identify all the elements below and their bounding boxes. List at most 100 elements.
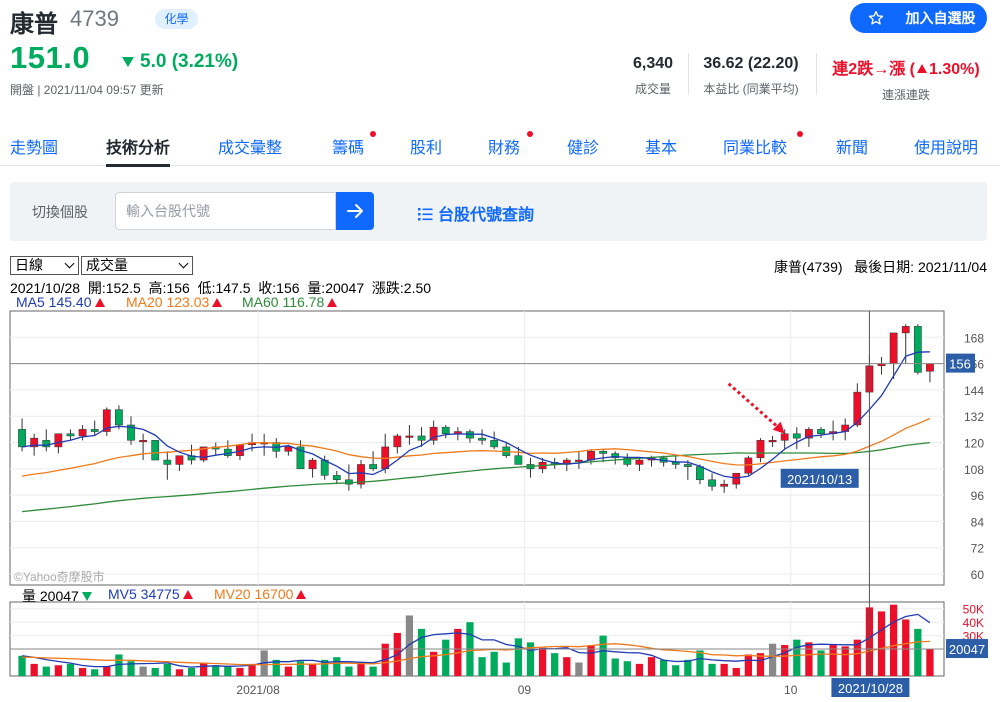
price-tick-label: 144: [964, 384, 984, 398]
tab-news[interactable]: 新聞: [836, 134, 868, 158]
volume-bar: [163, 663, 171, 676]
stock-code-input[interactable]: [115, 192, 336, 230]
add-watchlist-button[interactable]: 加入自選股: [850, 3, 987, 33]
candle-body: [913, 326, 922, 373]
candle-body: [78, 429, 87, 437]
volume-bar: [224, 666, 232, 676]
volume-bar: [502, 662, 510, 676]
candle-body: [792, 433, 801, 439]
volume-bar: [200, 662, 208, 676]
chevron-down-icon: [178, 258, 189, 269]
volume-bar: [623, 661, 631, 676]
volume-bar: [708, 663, 716, 676]
volume-bar: [647, 657, 656, 676]
volume-bar: [829, 645, 837, 676]
volume-stat: 6,340 成交量: [627, 55, 679, 97]
volume-bar: [877, 611, 886, 676]
industry-badge[interactable]: 化學: [155, 9, 198, 29]
volume-bar: [139, 666, 147, 676]
candle-body: [575, 459, 583, 462]
pe-label: 本益比 (同業平均): [703, 82, 799, 96]
period-select[interactable]: 日線: [10, 256, 79, 275]
volume-bar: [599, 635, 607, 676]
stock-code: 4739: [70, 6, 119, 31]
go-button[interactable]: [336, 192, 374, 230]
candle-body: [599, 451, 607, 454]
tab-trades[interactable]: 成交彙整: [218, 134, 282, 158]
tab-dividend[interactable]: 股利: [410, 134, 442, 158]
candle-body: [768, 440, 777, 443]
streak-value: 連2跌→漲 (1.30%): [832, 61, 980, 78]
price-tick-label: 108: [964, 463, 984, 477]
volume-bar: [684, 659, 692, 676]
candle-body: [284, 446, 293, 452]
volume-bar: [42, 666, 50, 676]
candle-body: [514, 455, 523, 465]
volume-bar: [18, 655, 26, 676]
volume-label: 成交量: [634, 82, 671, 96]
volume-bar: [54, 665, 62, 676]
volume-bar: [793, 639, 801, 676]
candle-body: [18, 429, 26, 448]
star-icon: [868, 11, 884, 25]
tab-basic[interactable]: 基本: [645, 134, 677, 158]
candle-body: [332, 475, 341, 481]
tab-trend[interactable]: 走勢圖: [10, 134, 58, 158]
candle-body: [683, 464, 692, 467]
candle-body: [926, 363, 934, 372]
volume-bar: [841, 646, 849, 676]
current-price: 151.0: [10, 40, 91, 75]
price-tick-label: 96: [971, 489, 985, 503]
technical-chart[interactable]: 1681561441321201089684726050K40K30K20K20…: [0, 300, 1000, 702]
indicator-select[interactable]: 成交量: [81, 256, 193, 275]
stock-lookup-link[interactable]: 台股代號查詢: [418, 201, 534, 225]
volume-bar: [236, 667, 244, 676]
volume-bar: [91, 669, 99, 676]
volume-bar: [284, 666, 292, 676]
chevron-down-icon: [64, 258, 75, 269]
tab-health[interactable]: 健診: [567, 134, 599, 158]
candle-body: [90, 429, 99, 432]
price-tick-label: 168: [964, 331, 984, 345]
candle-body: [42, 440, 51, 448]
tab-chips[interactable]: 籌碼: [332, 131, 376, 158]
volume-bar: [345, 666, 353, 676]
candle-body: [635, 459, 644, 465]
list-icon: [418, 208, 433, 221]
candle-body: [817, 429, 825, 435]
yahoo-watermark: ©Yahoo奇摩股市: [14, 569, 105, 584]
pe-stat: 36.62 (22.20) 本益比 (同業平均): [693, 55, 809, 97]
market-status-time: 開盤 | 2021/11/04 09:57 更新: [10, 83, 164, 97]
volume-bar: [103, 666, 111, 676]
volume-bar: [308, 663, 317, 676]
tab-technical[interactable]: 技術分析: [106, 134, 171, 167]
candle-body: [163, 459, 172, 465]
volume-bar: [696, 650, 704, 676]
candle-body: [720, 483, 729, 487]
volume-bar: [478, 657, 486, 676]
volume-panel: [9, 601, 945, 677]
volume-bar: [575, 662, 583, 676]
arrow-right-icon: [347, 204, 363, 218]
notification-dot: [370, 131, 376, 137]
tab-finance[interactable]: 財務: [488, 131, 533, 158]
volume-tick-label: 50K: [963, 603, 984, 617]
volume-bar: [732, 667, 740, 676]
candle-body: [889, 332, 898, 364]
volume-bar: [635, 663, 644, 676]
chart-meta: 康普(4739) 最後日期: 2021/11/04: [774, 259, 987, 275]
tab-peer-compare[interactable]: 同業比較: [723, 131, 803, 158]
volume-bar: [781, 645, 789, 676]
tab-bar: 走勢圖 技術分析 成交彙整 籌碼 股利 財務 健診 基本 同業比較 新聞 使用說…: [0, 124, 1000, 167]
candle-body: [732, 472, 741, 485]
candle-body: [393, 435, 402, 448]
up-triangle-icon: [916, 64, 927, 73]
candle-body: [151, 440, 160, 461]
volume-bar: [672, 665, 680, 676]
volume-bar: [369, 666, 377, 676]
stock-name: 康普: [10, 11, 58, 38]
volume-bar: [187, 667, 196, 676]
candle-body: [417, 435, 426, 441]
tab-help[interactable]: 使用說明: [914, 134, 978, 158]
volume-bar: [587, 645, 595, 676]
